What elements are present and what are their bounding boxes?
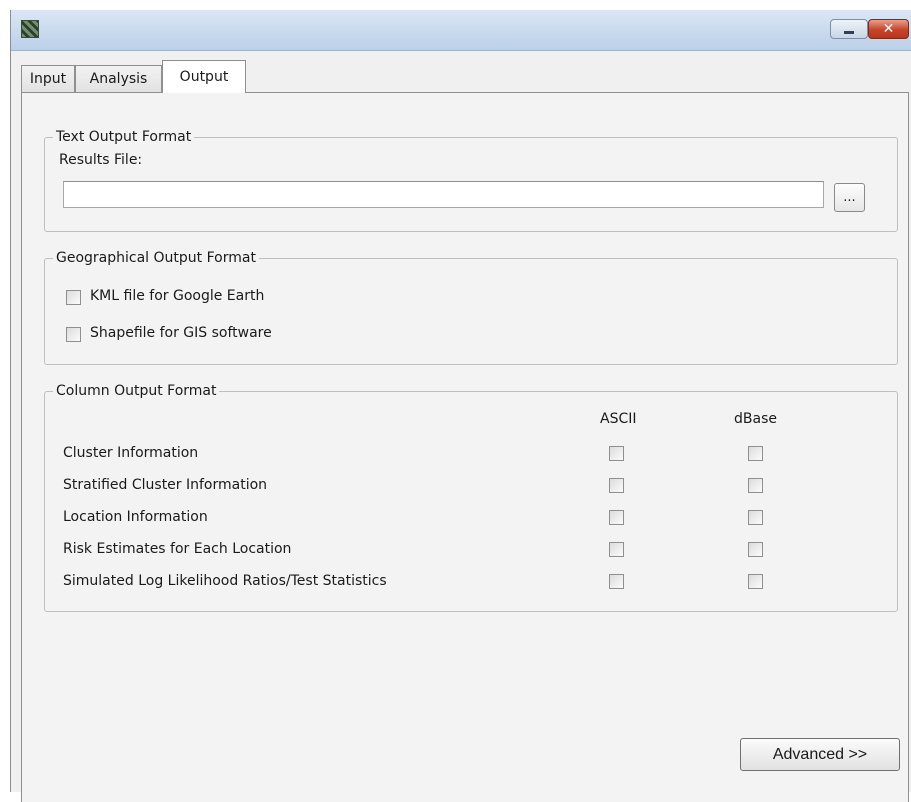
text-output-title: Text Output Format [53, 128, 195, 146]
text-output-group: Text Output Format Results File: ... [44, 128, 898, 232]
ascii-checkbox-stratified-cluster-information[interactable] [609, 478, 624, 493]
ascii-checkbox-location-information[interactable] [609, 510, 624, 525]
tab-analysis[interactable]: Analysis [75, 65, 162, 92]
ascii-checkbox-simulated-llr[interactable] [609, 574, 624, 589]
tab-input[interactable]: Input [21, 65, 75, 92]
results-file-label: Results File: [59, 152, 143, 168]
ascii-column-header: ASCII [600, 411, 637, 427]
shapefile-checkbox[interactable] [66, 327, 81, 342]
row-label-risk-estimates: Risk Estimates for Each Location [63, 541, 292, 557]
row-label-stratified-cluster-information: Stratified Cluster Information [63, 477, 268, 493]
close-icon: ✕ [882, 21, 895, 37]
kml-label: KML file for Google Earth [90, 288, 265, 304]
row-label-location-information: Location Information [63, 509, 208, 525]
output-tab-panel: Text Output Format Results File: ... Geo… [21, 92, 909, 802]
column-output-group: Column Output Format ASCII dBase Cluster… [44, 382, 898, 612]
minimize-button[interactable] [830, 19, 868, 39]
row-label-cluster-information: Cluster Information [63, 445, 199, 461]
kml-checkbox[interactable] [66, 290, 81, 305]
dbase-checkbox-risk-estimates[interactable] [748, 542, 763, 557]
browse-results-button[interactable]: ... [834, 183, 865, 212]
geo-output-title: Geographical Output Format [53, 249, 259, 267]
minimize-icon [844, 30, 854, 34]
tab-output[interactable]: Output [162, 60, 246, 93]
dbase-checkbox-simulated-llr[interactable] [748, 574, 763, 589]
dbase-checkbox-stratified-cluster-information[interactable] [748, 478, 763, 493]
row-label-simulated-llr: Simulated Log Likelihood Ratios/Test Sta… [63, 573, 387, 589]
dbase-checkbox-location-information[interactable] [748, 510, 763, 525]
results-file-input[interactable] [63, 181, 824, 208]
ascii-checkbox-cluster-information[interactable] [609, 446, 624, 461]
app-icon [21, 20, 39, 38]
settings-window: ✕ Input Analysis Output Text Output Form… [10, 10, 911, 802]
tab-strip: Input Analysis Output [11, 60, 911, 93]
title-bar: ✕ [11, 10, 911, 51]
dbase-column-header: dBase [734, 411, 777, 427]
advanced-button[interactable]: Advanced >> [740, 738, 900, 771]
dbase-checkbox-cluster-information[interactable] [748, 446, 763, 461]
column-output-title: Column Output Format [53, 382, 220, 400]
shapefile-label: Shapefile for GIS software [90, 325, 272, 341]
ascii-checkbox-risk-estimates[interactable] [609, 542, 624, 557]
close-button[interactable]: ✕ [868, 19, 909, 39]
geo-output-group: Geographical Output Format KML file for … [44, 249, 898, 365]
